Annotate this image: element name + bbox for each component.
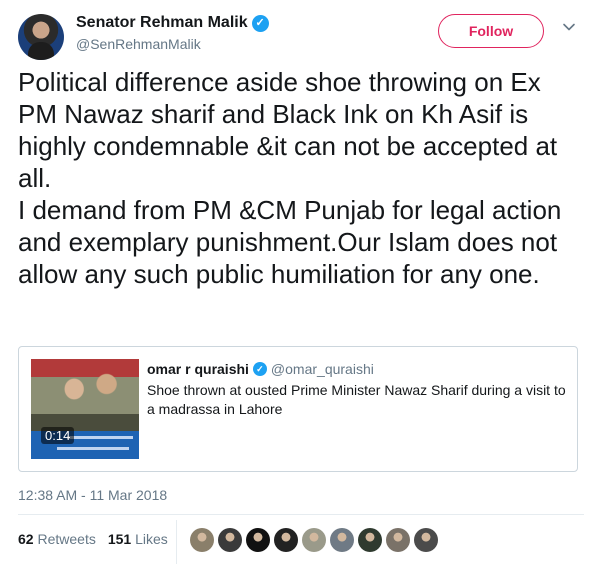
author-avatar[interactable] <box>18 14 64 60</box>
liker-avatar-icon[interactable] <box>274 528 298 552</box>
liker-avatar-icon[interactable] <box>386 528 410 552</box>
liker-avatar-icon[interactable] <box>302 528 326 552</box>
quoted-author-handle[interactable]: @omar_quraishi <box>271 361 374 377</box>
tweet-header: Senator Rehman Malik ✓ @SenRehmanMalik F… <box>18 12 584 60</box>
divider <box>18 514 584 515</box>
liker-avatar-icon[interactable] <box>246 528 270 552</box>
tweet-stats: 62 Retweets 151 Likes <box>18 531 168 547</box>
likes-count: 151 <box>107 531 132 547</box>
stats-divider <box>176 520 177 564</box>
liker-avatar-icon[interactable] <box>330 528 354 552</box>
liker-avatar-icon[interactable] <box>358 528 382 552</box>
video-duration: 0:14 <box>41 427 75 444</box>
tweet-text: Political difference aside shoe throwing… <box>18 67 562 289</box>
liker-avatar-icon[interactable] <box>218 528 242 552</box>
quoted-author-name[interactable]: omar r quraishi <box>147 361 249 377</box>
liker-avatar-icon[interactable] <box>190 528 214 552</box>
author-handle[interactable]: @SenRehmanMalik <box>76 36 201 52</box>
quoted-tweet[interactable]: 0:14 omar r quraishi ✓ @omar_quraishi Sh… <box>18 346 578 472</box>
chevron-down-icon[interactable] <box>562 20 576 34</box>
verified-icon: ✓ <box>252 362 267 376</box>
author-name-row: Senator Rehman Malik ✓ <box>76 14 269 32</box>
likes-label: Likes <box>135 531 168 547</box>
retweets-label: Retweets <box>37 531 96 547</box>
liker-avatar-icon[interactable] <box>414 528 438 552</box>
tweet-timestamp[interactable]: 12:38 AM - 11 Mar 2018 <box>18 487 167 503</box>
retweets-stat[interactable]: 62 Retweets <box>18 531 96 547</box>
likes-stat[interactable]: 151 Likes <box>108 531 168 547</box>
video-thumbnail[interactable]: 0:14 <box>31 359 139 459</box>
quoted-author-row: omar r quraishi ✓ @omar_quraishi <box>147 361 374 377</box>
verified-icon: ✓ <box>251 14 269 32</box>
follow-button[interactable]: Follow <box>438 14 544 48</box>
liker-avatars <box>190 528 438 552</box>
author-name[interactable]: Senator Rehman Malik <box>76 14 248 32</box>
retweets-count: 62 <box>18 531 34 547</box>
quoted-tweet-text: Shoe thrown at ousted Prime Minister Naw… <box>147 382 566 417</box>
